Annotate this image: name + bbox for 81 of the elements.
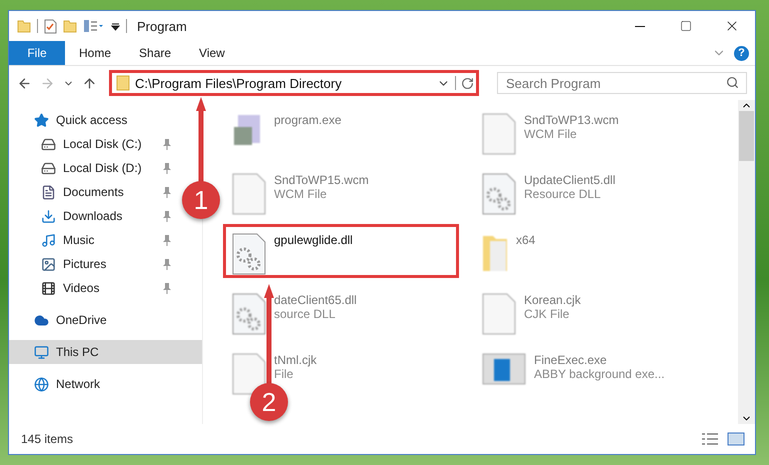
document-icon [41,184,56,200]
ribbon-tab[interactable]: Home [65,41,126,65]
file-item[interactable]: x64 [473,224,709,278]
search-icon [726,76,739,89]
scroll-thumb[interactable] [739,111,754,161]
file-name: x64 [516,233,536,247]
gear-file-icon [232,293,266,335]
back-button[interactable] [17,76,32,90]
file-type: CJK File [524,307,570,321]
help-button[interactable]: ? [734,46,749,60]
gear-file-icon [232,233,266,275]
file-name: Korean.cjk [524,293,581,307]
file-item[interactable]: FineExec.exe ABBY background exe... [473,344,709,398]
checklist-icon[interactable] [44,18,57,34]
address-bar[interactable]: C:\Program Files\Program Directory [109,70,479,96]
file-item[interactable]: UpdateClient5.dll Resource DLL [473,164,709,218]
file-name: SndToWP15.wcm [274,173,369,187]
blank-file-icon [482,293,516,335]
nav-item[interactable]: Pictures [9,252,179,276]
file-name: FineExec.exe [534,353,608,367]
file-type: File [274,367,294,381]
file-item[interactable]: program.exe [223,104,459,158]
refresh-icon[interactable] [461,76,474,90]
nav-item[interactable]: Network [9,372,179,396]
ribbon-tab[interactable]: View [185,41,239,65]
blank-file-icon [232,173,266,215]
blank-file-icon [482,113,516,155]
globe-icon [34,376,49,392]
file-type: Resource DLL [524,187,602,201]
nav-item[interactable]: Local Disk (D:) [9,156,179,180]
search-field[interactable]: Search Program [497,72,747,94]
file-name: gpulewglide.dll [274,233,353,247]
download-icon [41,208,56,224]
folder-icon [116,75,130,91]
folder-icon [482,233,508,273]
file-name: UpdateClient5.dll [524,173,616,187]
file-item[interactable]: gpulewglide.dll [223,224,459,278]
nav-item[interactable]: Downloads [9,204,179,228]
file-name: SndToWP13.wcm [524,113,619,127]
ribbon-tab[interactable]: Share [125,41,186,65]
item-count: 145 items [21,432,74,446]
monitor-icon [34,344,49,360]
up-button[interactable] [82,76,97,90]
film-icon [41,280,56,296]
nav-item[interactable]: Music [9,228,179,252]
properties-icon[interactable] [83,19,105,33]
file-type: WCM File [524,127,578,141]
gear-file-icon [482,173,516,215]
nav-item[interactable]: OneDrive [9,308,179,332]
folder-icon [17,19,31,33]
file-item[interactable]: dateClient65.dll source DLL [223,284,459,338]
file-item[interactable]: SndToWP15.wcm WCM File [223,164,459,218]
scrollbar[interactable] [738,100,755,424]
drive-icon [41,136,56,152]
cloud-icon [34,312,49,328]
file-item[interactable]: Korean.cjk CJK File [473,284,709,338]
maximize-icon [680,20,692,32]
step-number-badge: 1 [182,181,220,219]
nav-item[interactable]: Documents [9,180,179,204]
file-name: tNml.cjk [274,353,317,367]
large-icons-view-icon[interactable] [727,432,745,446]
drive-icon [41,160,56,176]
ribbon-tab[interactable]: File [9,41,65,65]
file-type: source DLL [274,307,336,321]
picture-icon [41,256,56,272]
file-type: WCM File [274,187,328,201]
star-icon [34,112,49,128]
details-view-icon[interactable] [701,432,719,446]
dropdown-caret-icon[interactable] [111,22,120,30]
window-title: Program [137,18,187,34]
nav-item[interactable]: Quick access [9,108,179,132]
file-item[interactable]: SndToWP13.wcm WCM File [473,104,709,158]
nav-item[interactable]: Videos [9,276,179,300]
step-number-badge: 2 [250,383,288,421]
file-name: dateClient65.dll [274,293,357,307]
nav-item[interactable]: This PC [9,340,202,364]
file-name: program.exe [274,113,342,127]
nav-item[interactable]: Local Disk (C:) [9,132,179,156]
file-type: ABBY background exe... [534,367,665,381]
music-note-icon [41,232,56,248]
window-icon [482,353,526,385]
